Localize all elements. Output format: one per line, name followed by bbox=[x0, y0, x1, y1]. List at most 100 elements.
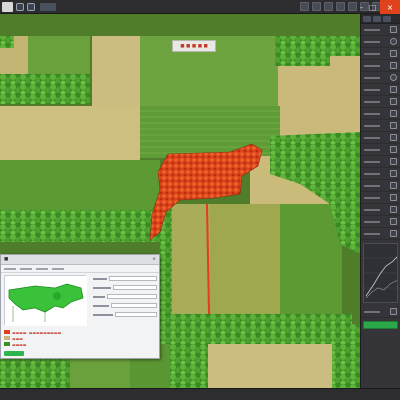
legend-text-3: ▬▬▬▬ bbox=[12, 341, 27, 347]
properties-panel-tabs bbox=[361, 14, 400, 24]
analysis-field-2[interactable] bbox=[93, 284, 157, 291]
menu-list bbox=[40, 0, 181, 14]
panel-row-16[interactable] bbox=[361, 204, 400, 216]
tree-belt-2 bbox=[0, 74, 90, 104]
maximize-button[interactable]: □ bbox=[367, 0, 378, 14]
analysis-window-close-icon[interactable]: × bbox=[152, 257, 156, 262]
panel-row-19[interactable] bbox=[361, 306, 400, 318]
field-center-right bbox=[210, 204, 282, 314]
print-icon[interactable] bbox=[390, 206, 397, 213]
field-tr bbox=[278, 54, 360, 136]
analysis-window-menu bbox=[1, 265, 159, 273]
panel-row-9[interactable] bbox=[361, 120, 400, 132]
tree-belt-south bbox=[172, 314, 352, 344]
settings-icon[interactable] bbox=[390, 146, 397, 153]
analysis-apply-button[interactable] bbox=[4, 351, 24, 356]
analysis-menu-item-2[interactable] bbox=[20, 267, 32, 270]
analysis-fields bbox=[93, 275, 157, 320]
panel-tab-2[interactable] bbox=[373, 15, 381, 22]
field-mid-left bbox=[0, 106, 140, 160]
analysis-menu-item-3[interactable] bbox=[36, 267, 48, 270]
menu-item-4[interactable] bbox=[94, 3, 111, 11]
field-bottom-right bbox=[208, 344, 332, 388]
panel-row-10[interactable] bbox=[361, 132, 400, 144]
bookmark-icon[interactable] bbox=[390, 230, 397, 237]
menu-item-5[interactable] bbox=[114, 3, 128, 11]
analysis-field-1[interactable] bbox=[93, 275, 157, 282]
save-icon[interactable] bbox=[16, 3, 24, 11]
panel-row-7[interactable] bbox=[361, 96, 400, 108]
tree-belt-1 bbox=[0, 36, 14, 48]
undo-icon[interactable] bbox=[27, 3, 35, 11]
zoom-tool-icon[interactable] bbox=[324, 2, 333, 11]
analysis-menu-item-4[interactable] bbox=[52, 267, 64, 270]
panel-row-8[interactable] bbox=[361, 108, 400, 120]
menu-item-8[interactable] bbox=[165, 3, 181, 11]
map-overlay-label[interactable]: ■ ■ ■ ■ ■ bbox=[172, 40, 216, 52]
analysis-window-title: ■ bbox=[4, 257, 9, 262]
camera-icon[interactable] bbox=[390, 122, 397, 129]
panel-row-4[interactable] bbox=[361, 60, 400, 72]
panel-row-13[interactable] bbox=[361, 168, 400, 180]
panel-row-1[interactable] bbox=[361, 24, 400, 36]
analysis-menu-item-1[interactable] bbox=[4, 267, 16, 270]
ruler-icon[interactable] bbox=[390, 110, 397, 117]
panel-row-3[interactable] bbox=[361, 48, 400, 60]
panel-row-6[interactable] bbox=[361, 84, 400, 96]
legend-row-3: ▬▬▬▬ bbox=[4, 341, 154, 347]
brush-icon[interactable] bbox=[390, 98, 397, 105]
menu-item-3[interactable] bbox=[77, 3, 91, 11]
panel-row-11[interactable] bbox=[361, 144, 400, 156]
analysis-window-titlebar[interactable]: ■ × bbox=[1, 255, 159, 265]
analysis-shape-core bbox=[53, 292, 61, 300]
panel-tab-3[interactable] bbox=[383, 15, 391, 22]
grid-icon[interactable] bbox=[390, 50, 397, 57]
elevation-graph bbox=[363, 243, 398, 303]
elevation-graph-svg bbox=[364, 256, 397, 299]
download-icon[interactable] bbox=[390, 182, 397, 189]
legend-swatch-fire bbox=[4, 330, 10, 334]
chart-icon[interactable] bbox=[390, 158, 397, 165]
filter-icon[interactable] bbox=[390, 86, 397, 93]
analysis-field-5[interactable] bbox=[93, 311, 157, 318]
lock-icon[interactable] bbox=[390, 26, 397, 33]
panel-tab-1[interactable] bbox=[363, 15, 371, 22]
panel-row-15[interactable] bbox=[361, 192, 400, 204]
field-left-lower bbox=[0, 160, 160, 215]
tree-belt-se bbox=[332, 324, 360, 388]
tree-belt-3 bbox=[275, 36, 330, 66]
app-logo-icon[interactable] bbox=[2, 2, 13, 12]
panel-row-2[interactable] bbox=[361, 36, 400, 48]
eye-icon[interactable] bbox=[390, 74, 397, 81]
select-tool-icon[interactable] bbox=[300, 2, 309, 11]
analysis-field-3[interactable] bbox=[93, 293, 157, 300]
measure-tool-icon[interactable] bbox=[336, 2, 345, 11]
refresh-icon[interactable] bbox=[390, 308, 397, 315]
menu-item-6[interactable] bbox=[131, 3, 147, 11]
info-icon[interactable] bbox=[390, 170, 397, 177]
tree-belt-4 bbox=[330, 36, 360, 56]
export-icon[interactable] bbox=[390, 134, 397, 141]
pan-tool-icon[interactable] bbox=[312, 2, 321, 11]
field-right-lower bbox=[280, 204, 342, 324]
map-canvas[interactable]: ■ ■ ■ ■ ■ ■ × ▬▬▬▬ ▬▬▬▬▬▬▬▬▬ ▬▬▬ ▬▬▬▬ bbox=[0, 14, 360, 388]
menu-item-7[interactable] bbox=[150, 3, 162, 11]
analysis-window[interactable]: ■ × ▬▬▬▬ ▬▬▬▬▬▬▬▬▬ ▬▬▬ ▬▬▬▬ bbox=[0, 254, 160, 359]
menu-item-1[interactable] bbox=[40, 3, 56, 11]
share-icon[interactable] bbox=[390, 194, 397, 201]
panel-status-swatch[interactable] bbox=[363, 321, 398, 329]
layer-icon[interactable] bbox=[390, 62, 397, 69]
target-icon[interactable] bbox=[390, 38, 397, 45]
close-button[interactable]: × bbox=[380, 0, 400, 14]
field-t3 bbox=[92, 36, 140, 106]
menu-item-2[interactable] bbox=[59, 3, 75, 11]
panel-row-14[interactable] bbox=[361, 180, 400, 192]
panel-row-5[interactable] bbox=[361, 72, 400, 84]
panel-row-17[interactable] bbox=[361, 216, 400, 228]
panel-row-18[interactable] bbox=[361, 228, 400, 240]
panel-row-12[interactable] bbox=[361, 156, 400, 168]
analysis-field-4[interactable] bbox=[93, 302, 157, 309]
minimize-button[interactable]: – bbox=[356, 0, 367, 14]
search-icon[interactable] bbox=[390, 218, 397, 225]
legend-swatch-forest bbox=[4, 342, 10, 346]
